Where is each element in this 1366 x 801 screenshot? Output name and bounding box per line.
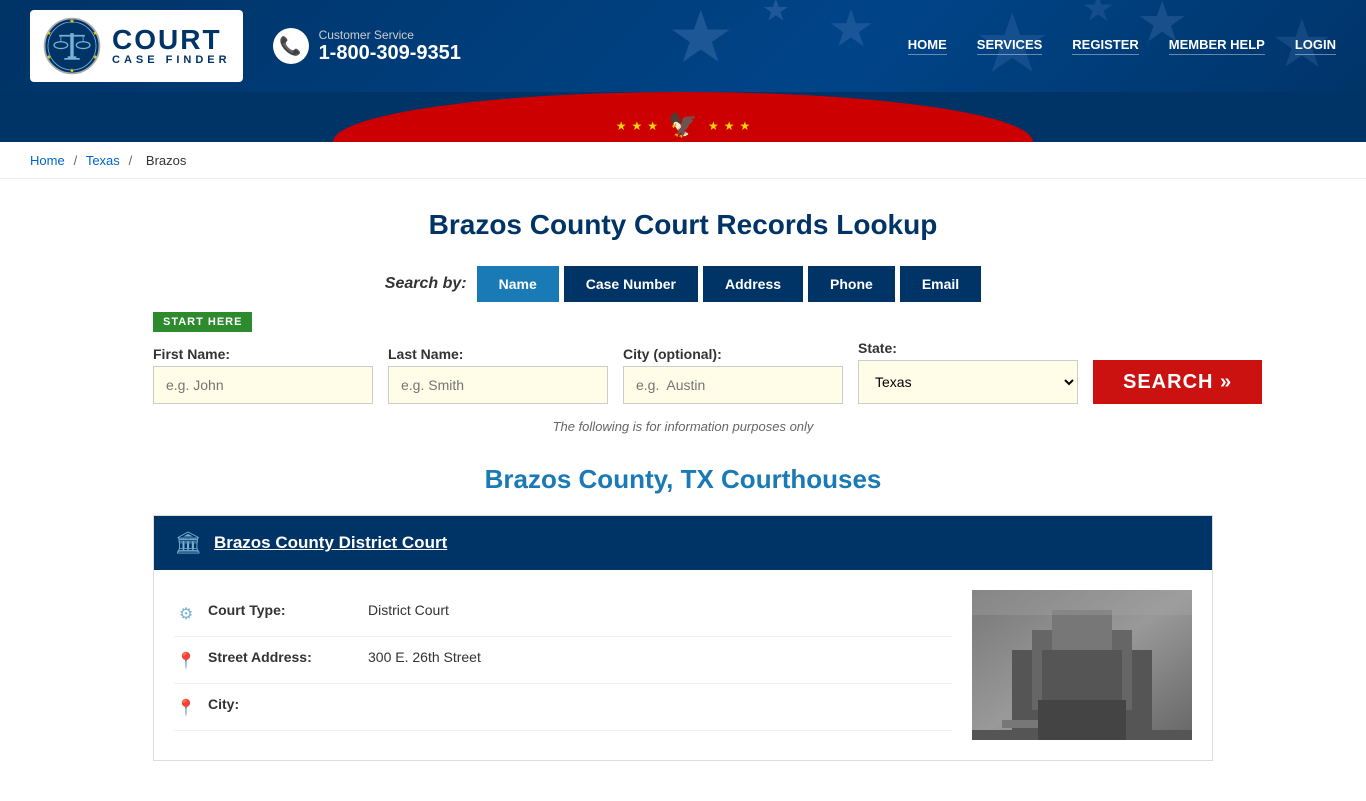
logo-emblem-icon: ★ ★ ★ ★ ★ ★: [42, 16, 102, 76]
svg-text:★: ★: [827, 1, 875, 58]
star-1: ★: [616, 119, 627, 133]
customer-service-label: Customer Service: [319, 28, 461, 42]
first-name-group: First Name:: [153, 346, 373, 404]
courthouse-icon: 🏛: [174, 530, 202, 556]
search-by-row: Search by: Name Case Number Address Phon…: [153, 266, 1213, 302]
city-label: City (optional):: [623, 346, 843, 362]
search-form-area: START HERE First Name: Last Name: City (…: [153, 312, 1213, 404]
star-6: ★: [739, 119, 750, 133]
courthouse-name[interactable]: Brazos County District Court: [214, 533, 447, 553]
svg-text:★: ★: [92, 54, 97, 61]
svg-text:★: ★: [46, 54, 51, 61]
city-icon: 📍: [174, 698, 198, 718]
tab-case-number[interactable]: Case Number: [564, 266, 698, 302]
header-top: ★ ★ ★ ★ ★ ★ COURT: [0, 0, 1366, 92]
main-nav: HOME SERVICES REGISTER MEMBER HELP LOGIN: [908, 37, 1336, 55]
state-select[interactable]: AlabamaAlaskaArizonaArkansasCaliforniaCo…: [858, 360, 1078, 404]
page-title: Brazos County Court Records Lookup: [153, 209, 1213, 241]
address-icon: 📍: [174, 651, 198, 671]
first-name-label: First Name:: [153, 346, 373, 362]
nav-login[interactable]: LOGIN: [1295, 37, 1336, 55]
nav-home[interactable]: HOME: [908, 37, 947, 55]
eagle-icon: 🦅: [668, 111, 698, 140]
breadcrumb-state[interactable]: Texas: [86, 153, 120, 168]
court-type-row: ⚙ Court Type: District Court: [174, 590, 952, 637]
nav-services[interactable]: SERVICES: [977, 37, 1043, 55]
breadcrumb-home[interactable]: Home: [30, 153, 65, 168]
svg-text:★: ★: [1081, 0, 1115, 28]
city-group: City (optional):: [623, 346, 843, 404]
star-3: ★: [647, 119, 658, 133]
arch-shape: ★ ★ ★ 🦅 ★ ★ ★: [333, 92, 1033, 142]
city-label-detail: City:: [208, 696, 358, 712]
courthouse-body: ⚙ Court Type: District Court 📍 Street Ad…: [154, 570, 1212, 760]
logo-case-finder-text: CASE FINDER: [112, 54, 231, 66]
street-address-value: 300 E. 26th Street: [368, 649, 481, 665]
tab-email[interactable]: Email: [900, 266, 981, 302]
search-form-row: First Name: Last Name: City (optional): …: [153, 340, 1213, 404]
building-sim: [972, 590, 1192, 740]
header: ★ ★ ★ ★ ★ ★ COURT: [0, 0, 1366, 142]
city-input[interactable]: [623, 366, 843, 404]
logo-text-area: COURT CASE FINDER: [112, 26, 231, 66]
svg-text:★: ★: [92, 30, 97, 37]
first-name-input[interactable]: [153, 366, 373, 404]
last-name-label: Last Name:: [388, 346, 608, 362]
star-dots-right: ★ ★ ★: [708, 119, 750, 133]
street-address-label: Street Address:: [208, 649, 358, 665]
tab-phone[interactable]: Phone: [808, 266, 895, 302]
customer-service: 📞 Customer Service 1-800-309-9351: [273, 28, 461, 65]
court-type-label: Court Type:: [208, 602, 358, 618]
courthouse-card: 🏛 Brazos County District Court ⚙ Court T…: [153, 515, 1213, 761]
star-5: ★: [724, 119, 735, 133]
last-name-input[interactable]: [388, 366, 608, 404]
eagle-area: ★ ★ ★ 🦅 ★ ★ ★: [616, 111, 750, 140]
star-2: ★: [632, 119, 643, 133]
tab-name[interactable]: Name: [477, 266, 559, 302]
nav-member-help[interactable]: MEMBER HELP: [1169, 37, 1265, 55]
courthouse-details: ⚙ Court Type: District Court 📍 Street Ad…: [174, 590, 952, 740]
breadcrumb-county: Brazos: [146, 153, 186, 168]
breadcrumb-sep-1: /: [74, 153, 81, 168]
state-label: State:: [858, 340, 1078, 356]
main-content: Brazos County Court Records Lookup Searc…: [133, 179, 1233, 801]
court-type-icon: ⚙: [174, 604, 198, 624]
logo-box: ★ ★ ★ ★ ★ ★ COURT: [30, 10, 243, 82]
search-button[interactable]: SEARCH »: [1093, 360, 1262, 404]
last-name-group: Last Name:: [388, 346, 608, 404]
breadcrumb: Home / Texas / Brazos: [0, 142, 1366, 179]
phone-icon: 📞: [273, 28, 309, 64]
courthouses-title: Brazos County, TX Courthouses: [153, 464, 1213, 495]
svg-text:★: ★: [69, 18, 74, 25]
svg-text:★: ★: [69, 68, 74, 75]
state-group: State: AlabamaAlaskaArizonaArkansasCalif…: [858, 340, 1078, 404]
header-arch: ★ ★ ★ 🦅 ★ ★ ★: [0, 92, 1366, 142]
svg-text:★: ★: [46, 30, 51, 37]
breadcrumb-sep-2: /: [129, 153, 136, 168]
customer-service-phone: 1-800-309-9351: [319, 42, 461, 65]
tab-address[interactable]: Address: [703, 266, 803, 302]
city-row: 📍 City:: [174, 684, 952, 731]
svg-text:★: ★: [667, 0, 734, 77]
courthouse-header: 🏛 Brazos County District Court: [154, 516, 1212, 570]
customer-service-info: Customer Service 1-800-309-9351: [319, 28, 461, 65]
search-by-label: Search by:: [385, 275, 467, 293]
street-address-row: 📍 Street Address: 300 E. 26th Street: [174, 637, 952, 684]
courthouse-image: [972, 590, 1192, 740]
logo-court-text: COURT: [112, 26, 231, 54]
start-here-badge: START HERE: [153, 312, 252, 332]
star-4: ★: [708, 119, 719, 133]
info-note: The following is for information purpose…: [153, 419, 1213, 434]
star-dots-left: ★ ★ ★: [616, 119, 658, 133]
svg-text:★: ★: [761, 0, 790, 27]
nav-register[interactable]: REGISTER: [1072, 37, 1138, 55]
logo-area: ★ ★ ★ ★ ★ ★ COURT: [30, 10, 461, 82]
court-type-value: District Court: [368, 602, 449, 618]
